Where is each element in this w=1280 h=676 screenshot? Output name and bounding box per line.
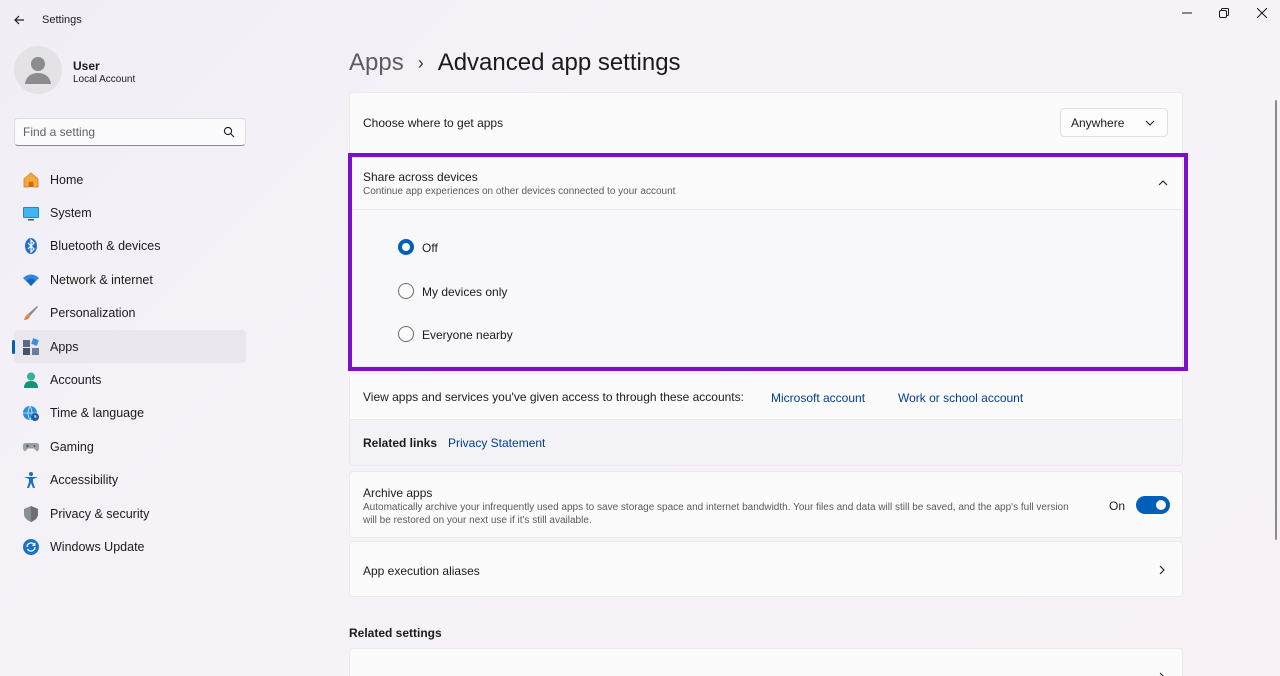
sidebar-item-privacy-security[interactable]: Privacy & security [14,497,246,530]
brush-icon [22,304,40,322]
archive-apps-description-line2: will be restored on your next use if it'… [363,515,592,526]
chevron-right-icon [1159,672,1164,676]
system-icon [22,204,40,222]
restore-icon [1219,8,1229,18]
accounts-access-row: View apps and services you've given acce… [349,375,1183,420]
archive-apps-description-line1: Automatically archive your infrequently … [363,502,1069,513]
sidebar-item-label: Personalization [50,306,136,321]
gamepad-icon [22,438,40,456]
app-execution-aliases-label: App execution aliases [363,564,480,578]
get-apps-card: Choose where to get apps [349,92,1183,153]
archive-apps-title: Archive apps [363,486,433,500]
sidebar-item-label: Apps [50,339,79,354]
chevron-right-icon [1159,565,1165,575]
sidebar-item-label: Bluetooth & devices [50,239,161,254]
sidebar-item-label: Gaming [50,439,94,454]
breadcrumb: Apps › Advanced app settings [349,46,681,80]
person-icon [25,57,51,84]
sidebar-item-label: Privacy & security [50,506,150,521]
privacy-statement-link[interactable]: Privacy Statement [448,436,545,450]
related-links-label: Related links [363,436,438,450]
sidebar-item-accounts[interactable]: Accounts [14,363,246,396]
sidebar-item-system[interactable]: System [14,196,246,229]
sidebar-item-label: Network & internet [50,272,153,287]
highlight-box [348,153,1188,371]
apps-icon [22,337,40,356]
search-icon[interactable] [223,126,235,138]
account-type: Local Account [73,74,136,85]
sidebar-item-apps[interactable]: Apps [12,329,246,364]
avatar[interactable] [14,46,62,94]
get-apps-dropdown[interactable]: Anywhere [1060,108,1168,137]
globe-clock-icon [22,404,40,422]
active-indicator [12,339,15,354]
related-settings-card[interactable] [349,648,1183,676]
update-icon [22,538,40,556]
app-execution-aliases-card[interactable]: App execution aliases [349,541,1183,597]
close-button[interactable] [1245,4,1279,22]
sidebar-item-time-language[interactable]: Time & language [14,397,246,430]
archive-apps-card: Archive apps Automatically archive your … [349,471,1183,538]
minimize-icon [1182,12,1192,14]
user-name: User [73,59,100,73]
bluetooth-icon [22,237,40,255]
chevron-down-icon [1145,120,1155,126]
breadcrumb-separator: › [417,52,424,73]
close-icon [1257,8,1267,18]
shield-icon [22,505,40,523]
archive-toggle-state: On [1109,499,1126,513]
accounts-access-label: View apps and services you've given acce… [363,390,744,404]
page-title: Advanced app settings [437,49,681,76]
sidebar-item-label: Home [50,172,84,187]
accessibility-icon [22,471,40,489]
sidebar-item-accessibility[interactable]: Accessibility [14,464,246,497]
back-button[interactable] [10,10,30,30]
sidebar-item-label: Accessibility [50,473,119,488]
search-box[interactable] [14,118,246,146]
sidebar-item-network[interactable]: Network & internet [14,263,246,296]
get-apps-label: Choose where to get apps [363,116,504,130]
work-school-account-link[interactable]: Work or school account [898,391,1023,405]
sidebar-item-label: Windows Update [50,539,145,554]
home-icon [22,171,40,189]
related-settings-heading: Related settings [349,626,442,640]
wifi-icon [22,271,40,289]
sidebar-item-gaming[interactable]: Gaming [14,430,246,463]
restore-button[interactable] [1207,4,1241,22]
sidebar-item-windows-update[interactable]: Windows Update [14,530,246,563]
microsoft-account-link[interactable]: Microsoft account [771,391,865,405]
breadcrumb-parent[interactable]: Apps [349,49,404,77]
sidebar-item-personalization[interactable]: Personalization [14,297,246,330]
scrollbar[interactable] [1275,100,1277,540]
window-title: Settings [42,14,82,26]
dropdown-value: Anywhere [1071,115,1125,130]
sidebar-item-label: Accounts [50,373,102,388]
search-input[interactable] [15,119,210,145]
sidebar-item-label: System [50,206,92,221]
minimize-button[interactable] [1170,4,1204,22]
back-arrow-icon [14,15,24,25]
sidebar-nav: Home System Bluetooth & devices Network … [12,163,246,564]
sidebar-item-label: Time & language [50,406,145,421]
sidebar-item-home[interactable]: Home [14,163,246,196]
sidebar-item-bluetooth[interactable]: Bluetooth & devices [14,230,246,263]
accounts-icon [22,371,40,389]
archive-apps-toggle[interactable] [1136,496,1170,514]
title-bar: Settings [0,0,1280,40]
